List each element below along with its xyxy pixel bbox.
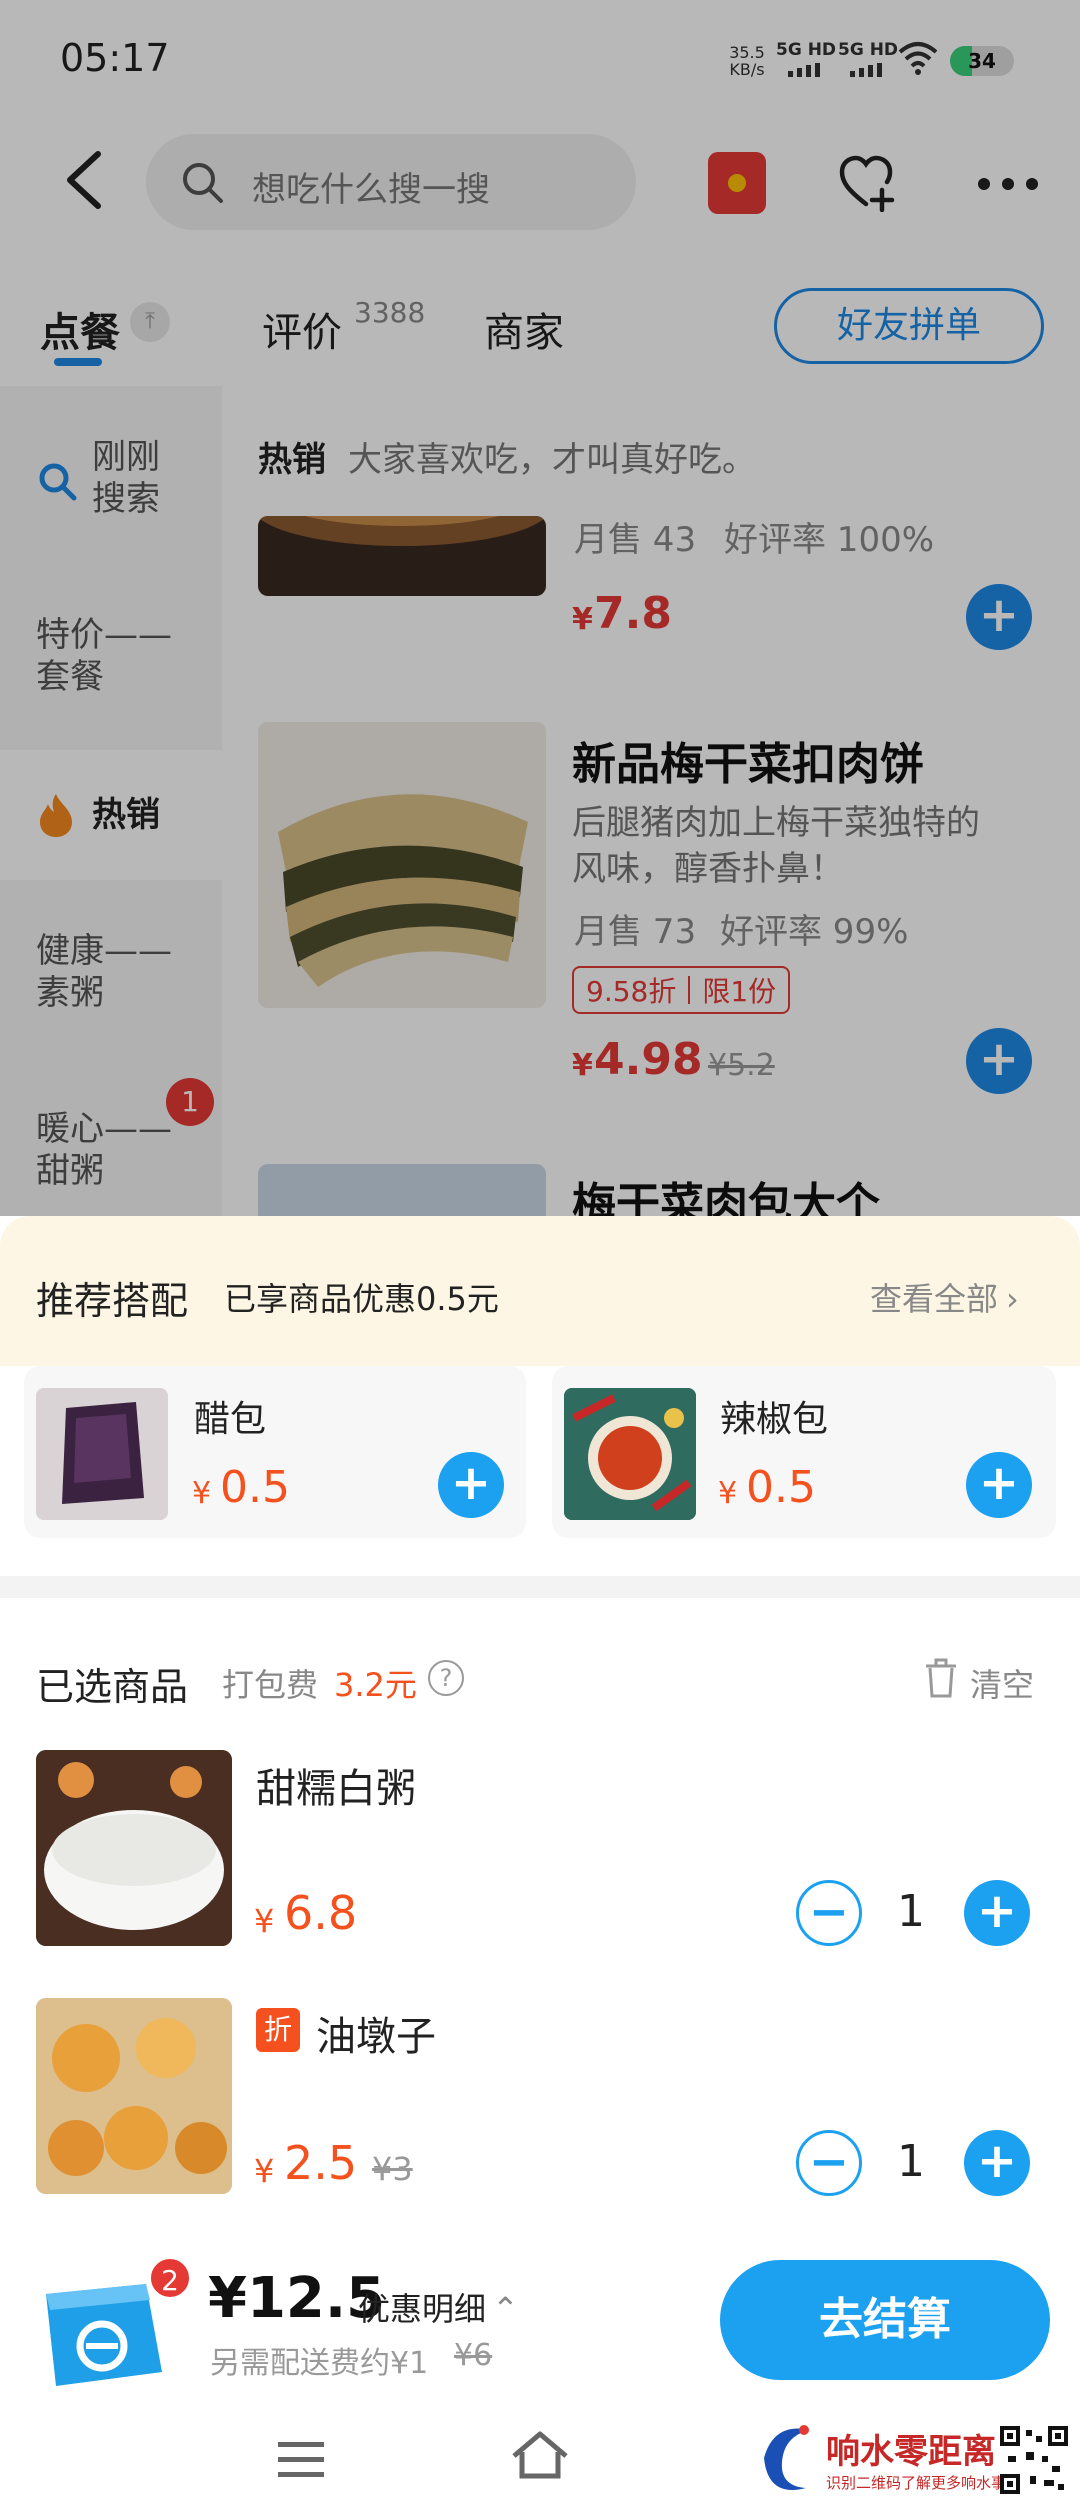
help-question-icon[interactable]: ? (428, 1660, 464, 1696)
recommend-subtitle: 已享商品优惠0.5元 (224, 1280, 499, 1318)
watermark-tagline: 识别二维码了解更多响水事 (826, 2474, 1007, 2492)
watermark-logo (754, 2418, 820, 2496)
packing-fee-label: 打包费 (222, 1666, 319, 1704)
discount-detail-link[interactable]: 优惠明细 ⌃ (358, 2284, 519, 2330)
cart-title: 已选商品 (36, 1665, 189, 1709)
cart-item-name: 油墩子 (316, 2014, 436, 2060)
delivery-fee-note: 另需配送费约¥1 (210, 2346, 429, 2381)
home-icon[interactable] (510, 2430, 570, 2482)
increase-quantity-button[interactable]: + (964, 2130, 1030, 2196)
quantity-value: 1 (897, 1886, 925, 1937)
qr-code (1000, 2426, 1068, 2494)
recommend-title: 推荐搭配 (36, 1279, 189, 1323)
cart-item-price: 6.8 (284, 1886, 358, 1940)
cart-sheet: 推荐搭配 已享商品优惠0.5元 查看全部 › 醋包 ¥ 0.5 + 辣椒包 ¥ 0… (0, 1216, 1080, 2520)
vinegar-pack-image (36, 1388, 168, 1520)
chevron-up-icon: ⌃ (492, 2290, 519, 2328)
price-symbol: ¥ (192, 1476, 212, 1511)
discount-badge: 折 (256, 2008, 300, 2052)
recommend-item-price: 0.5 (220, 1462, 290, 1513)
chevron-right-icon: › (1006, 1280, 1019, 1318)
watermark-brand: 响水零距离 (826, 2432, 996, 2472)
price-symbol: ¥ (254, 2152, 275, 2190)
checkout-button[interactable]: 去结算 (720, 2260, 1050, 2380)
modal-backdrop[interactable] (0, 0, 1080, 1216)
packing-fee-value: 3.2元 (334, 1666, 417, 1704)
view-all-label: 查看全部 (870, 1280, 999, 1318)
view-all-link[interactable]: 查看全部 › (870, 1274, 1019, 1320)
price-symbol: ¥ (254, 1902, 275, 1940)
cart-item-price: 2.5 (284, 2136, 358, 2190)
discount-detail-label: 优惠明细 (358, 2290, 487, 2328)
cart-count-badge: 2 (148, 2256, 192, 2300)
menu-icon[interactable] (278, 2440, 324, 2480)
clear-cart-button[interactable]: 清空 (970, 1660, 1034, 1706)
decrease-quantity-button[interactable]: − (796, 1880, 862, 1946)
original-price: ¥3 (372, 2150, 413, 2188)
increase-quantity-button[interactable]: + (964, 1880, 1030, 1946)
quantity-value: 1 (897, 2136, 925, 2187)
recommend-item-price: 0.5 (746, 1462, 816, 1513)
add-recommend-button[interactable]: + (438, 1452, 504, 1518)
section-divider (0, 1576, 1080, 1598)
recommend-item-name: 醋包 (194, 1399, 267, 1440)
cart-item-image (36, 1750, 232, 1946)
recommend-item-name: 辣椒包 (720, 1399, 829, 1440)
delivery-fee-original: ¥6 (454, 2338, 493, 2373)
cart-item-name: 甜糯白粥 (256, 1766, 416, 1812)
price-symbol: ¥ (718, 1476, 738, 1511)
decrease-quantity-button[interactable]: − (796, 2130, 862, 2196)
add-recommend-button[interactable]: + (966, 1452, 1032, 1518)
trash-icon[interactable] (924, 1658, 958, 1698)
chili-pack-image (564, 1388, 696, 1520)
cart-item-image (36, 1998, 232, 2194)
